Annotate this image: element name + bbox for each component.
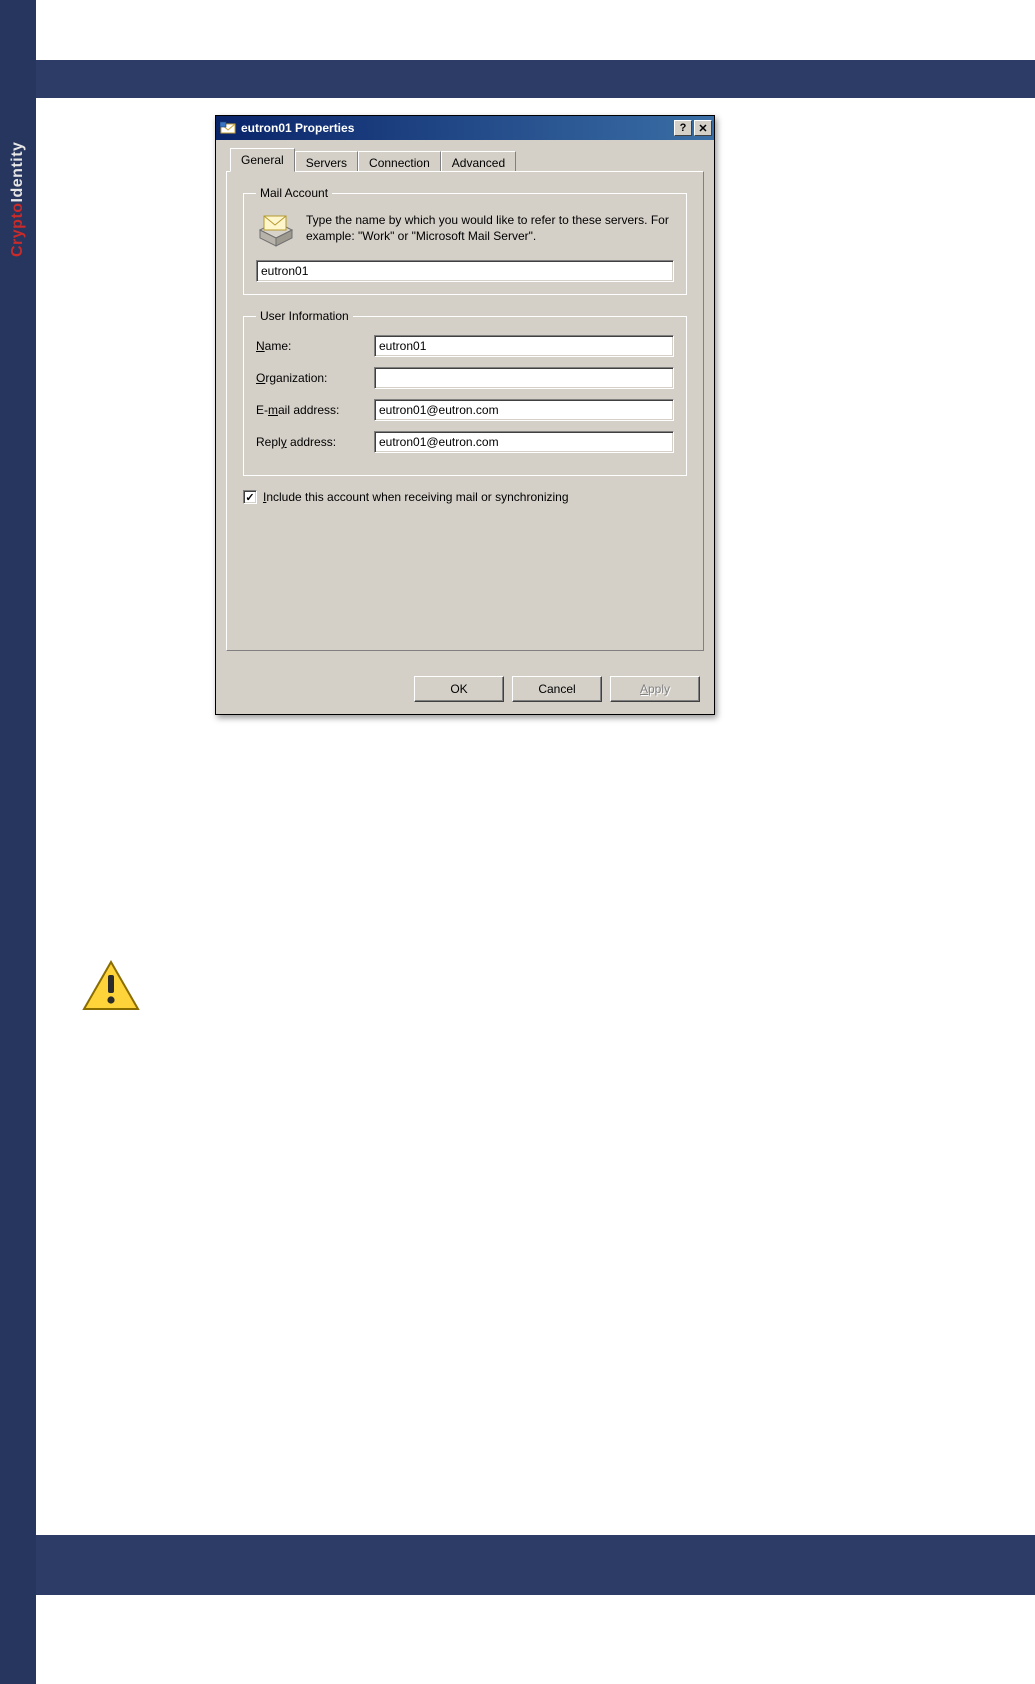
reply-label: Reply address: — [256, 435, 366, 449]
email-label: E-mail address: — [256, 403, 366, 417]
dialog-button-row: OK Cancel Apply — [414, 676, 700, 702]
mail-account-legend: Mail Account — [256, 186, 332, 200]
header-bar — [36, 60, 1035, 98]
brand-part-crypto: Crypto — [9, 202, 26, 257]
user-info-legend: User Information — [256, 309, 353, 323]
name-label: Name: — [256, 339, 366, 353]
brand-logo: CryptoIdentity — [0, 230, 36, 248]
include-account-row[interactable]: ✓ Include this account when receiving ma… — [243, 490, 687, 504]
tab-connection[interactable]: Connection — [358, 151, 441, 173]
mail-account-name-input[interactable] — [256, 260, 674, 282]
mail-account-icon — [220, 120, 236, 136]
dialog-titlebar[interactable]: eutron01 Properties ? ✕ — [216, 116, 714, 140]
organization-input[interactable] — [374, 367, 674, 389]
close-button[interactable]: ✕ — [694, 120, 712, 136]
brand-sidebar: CryptoIdentity — [0, 0, 36, 1684]
apply-button[interactable]: Apply — [610, 676, 700, 702]
organization-label: Organization: — [256, 371, 366, 385]
warning-icon — [82, 960, 140, 1012]
tab-panel-general: Mail Account Type the name by which you … — [226, 171, 704, 651]
include-checkbox[interactable]: ✓ — [243, 490, 257, 504]
properties-dialog: eutron01 Properties ? ✕ General Servers … — [215, 115, 715, 715]
server-icon — [256, 212, 296, 250]
tab-advanced[interactable]: Advanced — [441, 151, 516, 173]
user-info-group: User Information Name: Organization: E-m… — [243, 309, 687, 476]
brand-part-identity: Identity — [9, 142, 26, 203]
name-input[interactable] — [374, 335, 674, 357]
include-checkbox-label: Include this account when receiving mail… — [263, 490, 569, 504]
help-button[interactable]: ? — [674, 120, 692, 136]
email-input[interactable] — [374, 399, 674, 421]
reply-input[interactable] — [374, 431, 674, 453]
mail-account-group: Mail Account Type the name by which you … — [243, 186, 687, 295]
cancel-button[interactable]: Cancel — [512, 676, 602, 702]
tab-servers[interactable]: Servers — [295, 151, 358, 173]
dialog-title: eutron01 Properties — [241, 121, 354, 135]
tab-general[interactable]: General — [230, 148, 295, 172]
footer-bar — [36, 1535, 1035, 1595]
ok-button[interactable]: OK — [414, 676, 504, 702]
mail-account-description: Type the name by which you would like to… — [306, 212, 674, 244]
tab-strip: General Servers Connection Advanced — [226, 148, 704, 172]
